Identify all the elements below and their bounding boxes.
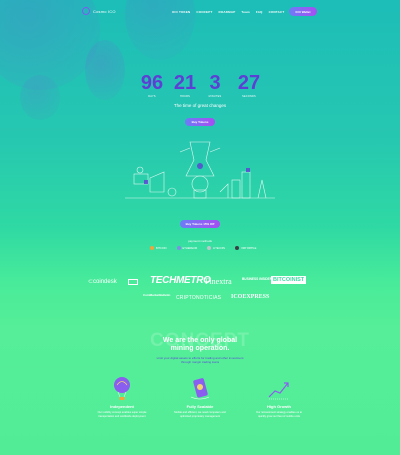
buy-tokens-discount-button[interactable]: Buy Tokens 15% Off [180, 220, 220, 228]
ico-wallet-button[interactable]: ICO Wallet [289, 7, 317, 16]
nav-item-team[interactable]: Team [241, 10, 249, 14]
growth-chart-icon [268, 382, 289, 400]
feature-description: Our reinvestment strategy enables us to … [239, 411, 319, 418]
payment-method-label: BITCOIN [156, 246, 167, 250]
payment-method-label: LITECOIN [213, 246, 226, 250]
press-logo-placeholder-icon [128, 279, 138, 285]
countdown-value: 3 [209, 72, 221, 94]
site-logo[interactable]: Cosmo ICO [82, 7, 116, 15]
logo-mark-icon [82, 7, 90, 15]
press-logo-coinmarketbulletin: CoinMarketBulletin [143, 293, 171, 297]
xrp-icon [235, 246, 240, 250]
payment-methods-label: payment methods [188, 239, 212, 243]
concept-headline: We are the only global mining operation. [0, 337, 400, 353]
feature-description: Mobile and efficient, we need computers … [160, 411, 240, 418]
bitcoin-icon [150, 246, 154, 250]
payment-method-label: XRP RIPPLE [241, 246, 257, 250]
concept-headline-line: We are the only global [162, 337, 238, 344]
feature-title: High Growth [267, 404, 291, 409]
concept-headline-line: mining operation. [170, 345, 230, 352]
feature-high-growth: High Growth Our reinvestment strategy en… [229, 375, 329, 418]
feature-title: Fully Scalable [186, 404, 214, 409]
feature-description-line: quickly grow our fleet of mobile units [258, 414, 300, 418]
payment-methods-list: BITCOIN ETHEREUM LITECOIN XRP RIPPLE [150, 246, 256, 250]
countdown-value: 27 [237, 72, 261, 94]
payment-method-bitcoin: BITCOIN [150, 246, 167, 250]
main-nav: ICO TOKEN CONCEPT ROADMAP Team FAQ CONTA… [172, 10, 304, 14]
countdown-seconds: 27 SECONDS [234, 73, 264, 98]
countdown-label: HOURS [179, 95, 191, 98]
nav-item-concept[interactable]: CONCEPT [196, 10, 212, 14]
payment-method-ethereum: ETHEREUM [176, 246, 198, 250]
phone-coin-icon [190, 378, 210, 400]
ethereum-icon [176, 246, 181, 250]
payment-method-litecoin: LITECOIN [207, 246, 225, 250]
countdown-label: SECONDS [242, 95, 256, 98]
nav-item-faq[interactable]: FAQ [256, 10, 263, 14]
press-logo-business-insider: BUSINESS INSIDER [242, 277, 273, 281]
hero-buy-tokens-button[interactable]: Buy Tokens [185, 118, 215, 126]
feature-description-line: optimized proprietary management [179, 414, 221, 418]
countdown-label: DAYS [148, 95, 156, 98]
decorative-blob [20, 75, 60, 120]
countdown-value: 21 [173, 72, 197, 94]
logo-text: Cosmo ICO [93, 8, 116, 14]
concept-subtext: Limit your digital assets to efforts for… [0, 356, 400, 364]
press-logo-bitcoinist: BITCOINIST [271, 276, 307, 284]
litecoin-icon [207, 246, 212, 250]
press-logo-text: coindesk [93, 279, 117, 285]
payment-method-xrp: XRP RIPPLE [235, 246, 256, 250]
press-logo-icoexpress: ICOEXPRESS [231, 294, 270, 300]
press-logo-coindesk: ⊂coindesk [88, 278, 117, 285]
nav-item-ico-token[interactable]: ICO TOKEN [172, 10, 190, 14]
press-logo-techmetro: TECHMETRO [150, 275, 211, 286]
countdown-days: 96 DAYS [137, 73, 167, 98]
press-logo-criptonoticias: CRIPTONOTICIAS [176, 295, 222, 301]
countdown-minutes: 3 MINUTES [200, 73, 230, 98]
concept-subtext-line: through margin trading loans [180, 360, 220, 364]
nav-item-contact[interactable]: CONTACT [269, 10, 285, 14]
hero-tagline: The time of great changes [173, 103, 227, 108]
payment-method-label: ETHEREUM [182, 246, 198, 250]
countdown-value: 96 [140, 72, 164, 94]
decorative-blob [125, 0, 195, 60]
press-logo-finextra: Finextra [205, 277, 232, 286]
feature-title: Independent [110, 404, 134, 409]
countdown-label: MINUTES [208, 95, 222, 98]
countdown-hours: 21 HOURS [170, 73, 200, 98]
balloon-icon [114, 377, 130, 400]
nav-item-roadmap[interactable]: ROADMAP [219, 10, 236, 14]
decorative-blob [85, 40, 125, 100]
mining-lab-illustration [125, 141, 275, 199]
